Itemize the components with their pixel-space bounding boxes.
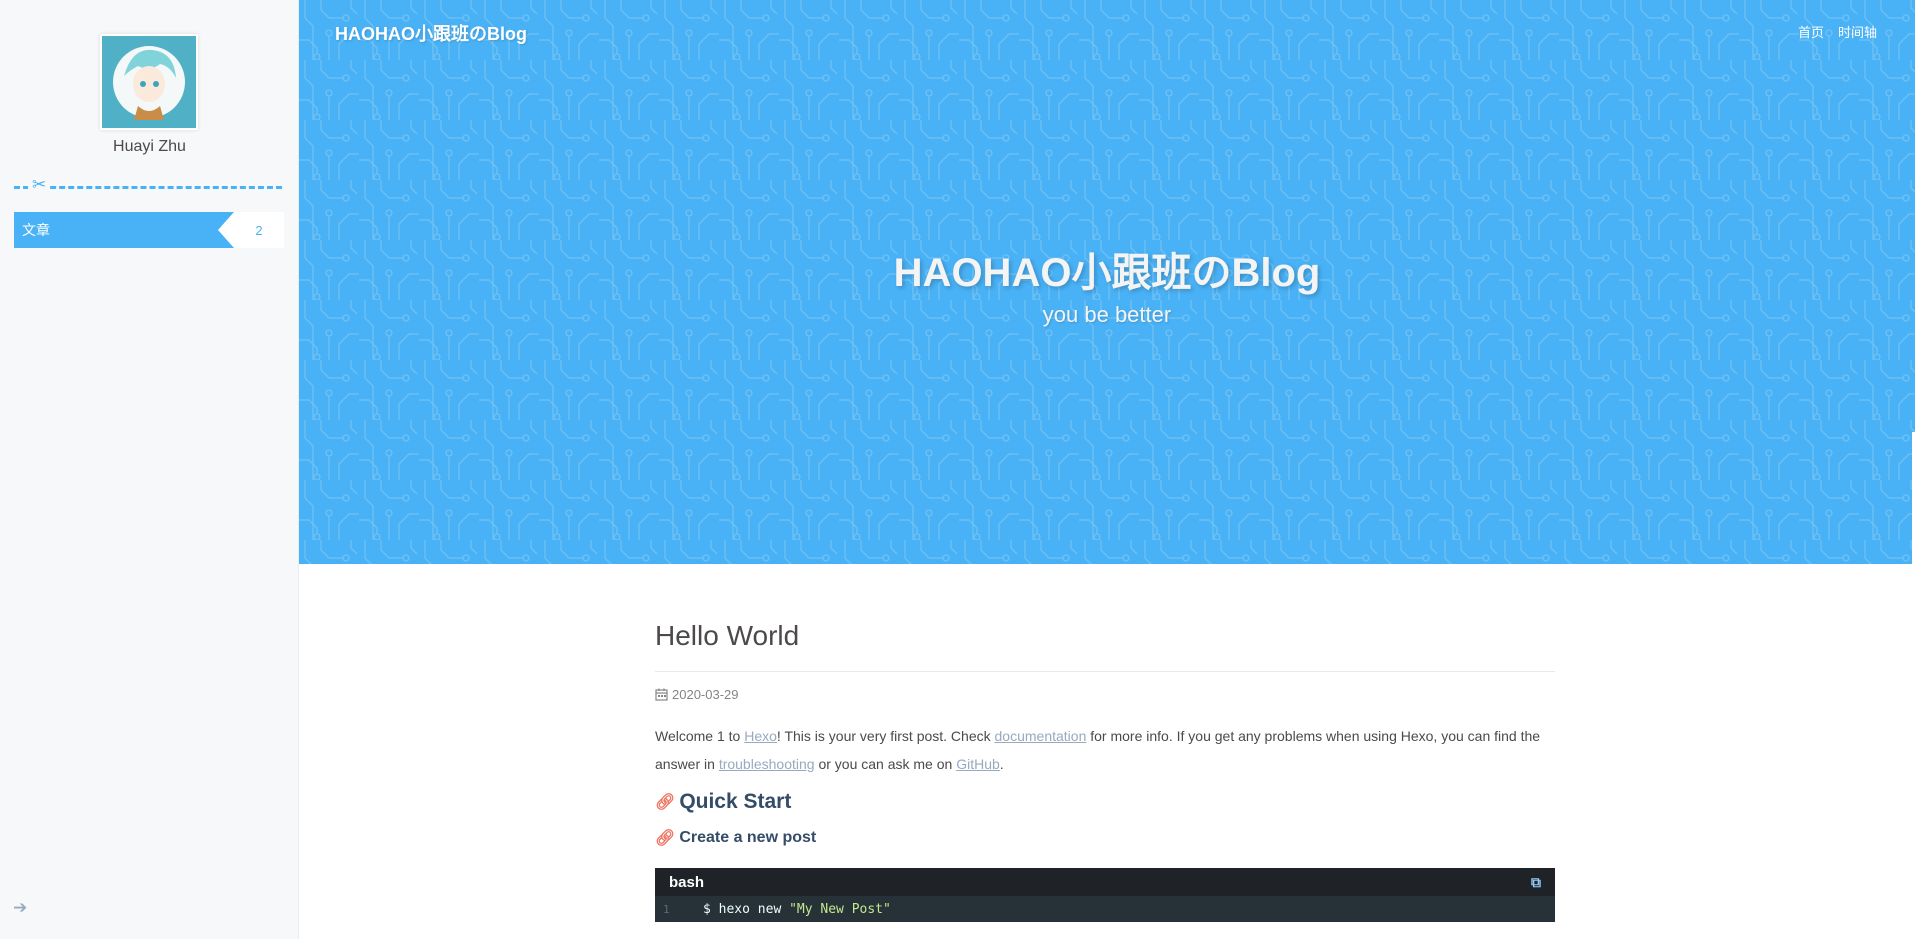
brand-link[interactable]: HAOHAO小跟班のBlog	[335, 20, 527, 46]
heading-text: Create a new post	[679, 829, 817, 846]
hexo-link[interactable]: Hexo	[744, 728, 777, 744]
post-title: Hello World	[655, 620, 1555, 672]
code-language: bash	[669, 873, 705, 891]
calendar-icon	[655, 688, 668, 701]
site-title: HAOHAO小跟班のBlog	[893, 251, 1321, 295]
sidebar-item-count: 2	[234, 212, 284, 248]
code-string: "My New Post"	[789, 901, 891, 917]
post-meta: 2020-03-29	[655, 684, 1555, 704]
sidebar-item-label: 文章	[14, 212, 234, 248]
arrow-left-icon[interactable]: ➔	[13, 898, 27, 918]
copy-icon[interactable]: ⧉	[1531, 874, 1541, 891]
page-header: HAOHAO小跟班のBlog 首页 时间轴 HAOHAO小跟班のBlog you…	[299, 0, 1915, 564]
code-line: 1 $ hexo new "My New Post"	[655, 896, 1555, 922]
link-icon[interactable]: 🔗︎	[655, 792, 675, 812]
nav-timeline[interactable]: 时间轴	[1838, 22, 1877, 41]
site-subtitle: you be better	[1042, 302, 1172, 327]
heading-text: Quick Start	[679, 790, 792, 813]
intro-text: Welcome 1 to	[655, 728, 745, 744]
heading-create-post: 🔗︎ Create a new post	[655, 828, 1555, 848]
link-icon[interactable]: 🔗︎	[655, 828, 675, 848]
nav-home[interactable]: 首页	[1798, 22, 1824, 41]
sidebar: Huayi Zhu ✂ 文章 2 ➔	[0, 0, 299, 939]
code-command: $ hexo new	[703, 901, 790, 917]
author-name: Huayi Zhu	[113, 138, 186, 155]
github-link[interactable]: GitHub	[956, 756, 1000, 772]
heading-quick-start: 🔗︎ Quick Start	[655, 790, 1555, 814]
code-header: bash ⧉	[655, 868, 1555, 896]
post-intro: Welcome 1 to Hexo! This is your very fir…	[655, 722, 1555, 778]
post: Hello World 2020-03-29 Welcome 1 to Hexo…	[655, 620, 1555, 922]
avatar-image	[102, 36, 196, 128]
intro-text: .	[999, 756, 1004, 772]
line-number: 1	[663, 902, 670, 916]
sidebar-item-articles[interactable]: 文章 2	[14, 212, 284, 248]
sidebar-divider: ✂	[14, 175, 282, 195]
documentation-link[interactable]: documentation	[995, 728, 1087, 744]
avatar[interactable]	[100, 34, 198, 130]
intro-text: or you can ask me on	[814, 756, 957, 772]
intro-text: ! This is your very first post. Check	[776, 728, 995, 744]
code-block: bash ⧉ 1 $ hexo new "My New Post"	[655, 868, 1555, 922]
troubleshooting-link[interactable]: troubleshooting	[719, 756, 815, 772]
post-date: 2020-03-29	[672, 686, 739, 702]
anime-avatar-icon	[102, 36, 196, 128]
top-nav: 首页 时间轴	[1798, 22, 1877, 41]
scissors-icon: ✂	[28, 175, 51, 195]
